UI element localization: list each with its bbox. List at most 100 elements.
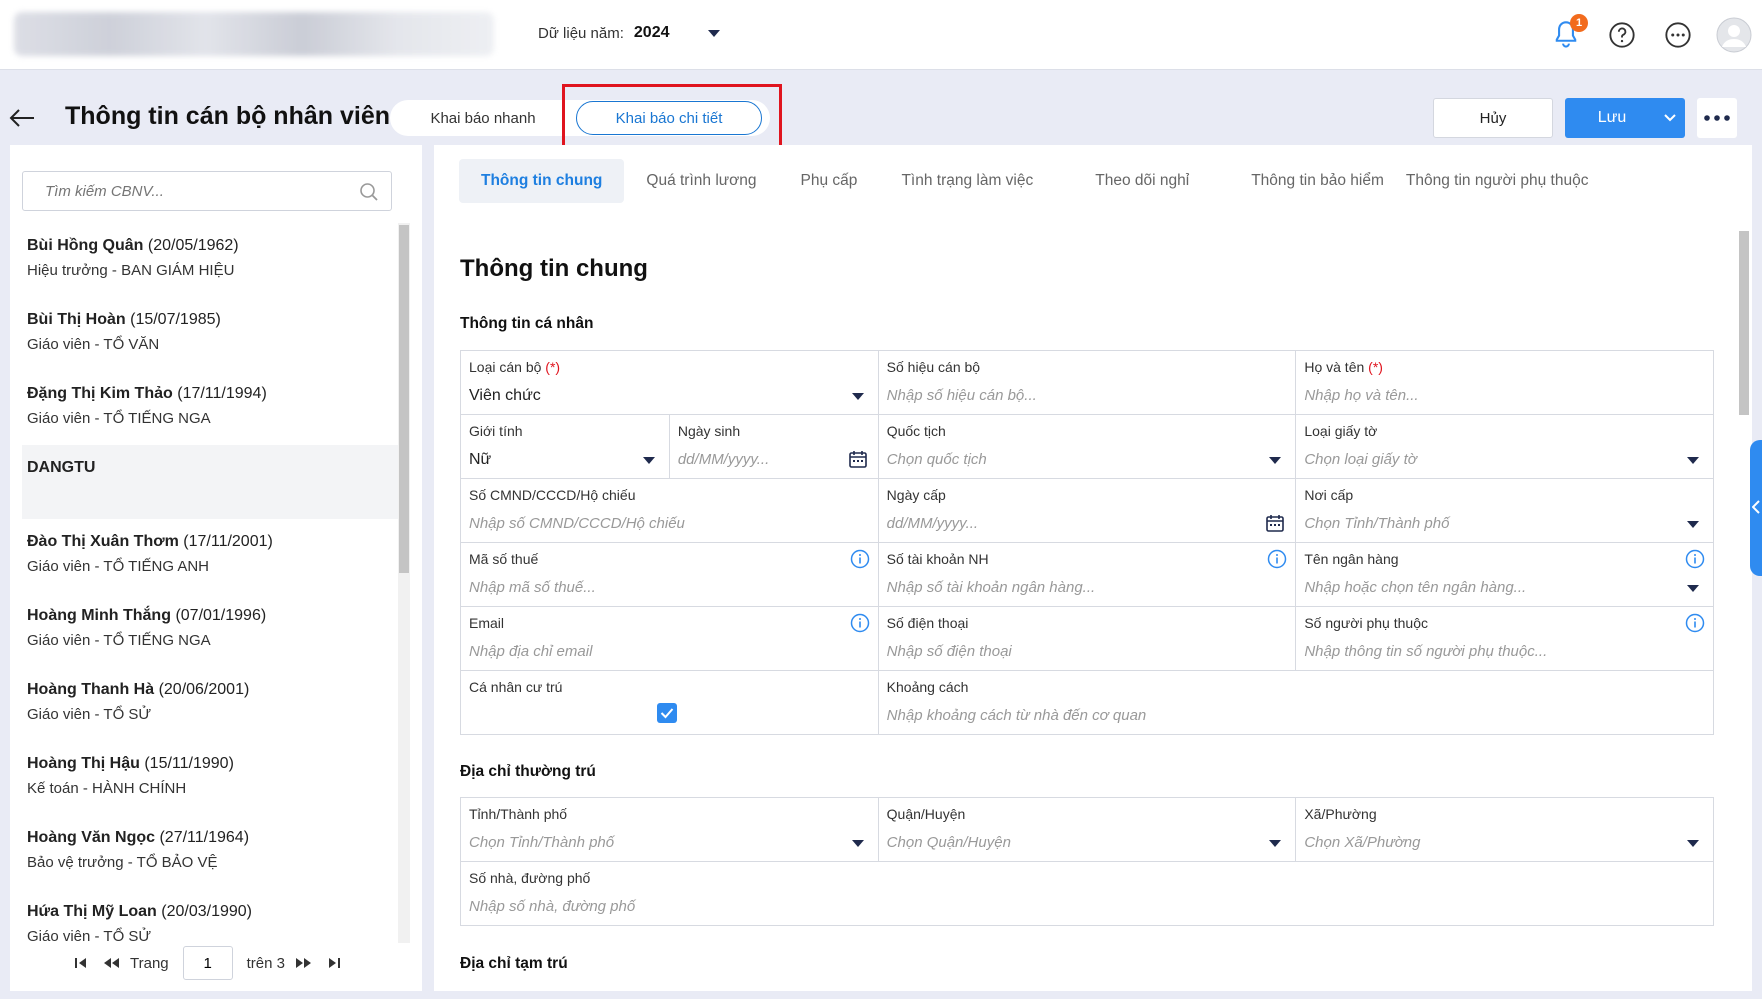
last-page-button[interactable] — [323, 952, 345, 974]
staff-type-field[interactable]: Loại cán bộ (*) Viên chức — [461, 351, 879, 415]
list-item[interactable]: Đặng Thị Kim Thảo (17/11/1994) Giáo viên… — [22, 371, 402, 445]
ward-field[interactable]: Xã/Phường Chọn Xã/Phường — [1296, 798, 1715, 862]
gender-field[interactable]: Giới tính Nữ — [461, 415, 670, 479]
full-name-input[interactable]: Nhập họ và tên... — [1304, 387, 1418, 404]
chevron-down-icon[interactable] — [707, 29, 720, 37]
province-select[interactable]: Chọn Tỉnh/Thành phố — [469, 834, 614, 851]
bank-name-select[interactable]: Nhập hoặc chọn tên ngân hàng... — [1304, 579, 1526, 596]
dependents-count-input[interactable]: Nhập thông tin số người phụ thuộc... — [1304, 643, 1547, 660]
tab-work-status[interactable]: Tình trạng làm việc — [879, 159, 1073, 203]
employee-search-input[interactable] — [45, 182, 345, 200]
more-actions-button[interactable] — [1697, 98, 1737, 138]
chevron-down-icon[interactable] — [1687, 521, 1700, 528]
street-field[interactable]: Số nhà, đường phố Nhập số nhà, đường phố — [461, 862, 1714, 926]
staff-code-field[interactable]: Số hiệu cán bộ Nhập số hiệu cán bộ... — [878, 351, 1297, 415]
distance-field[interactable]: Khoảng cách Nhập khoảng cách từ nhà đến … — [878, 671, 1714, 735]
district-select[interactable]: Chọn Quận/Huyện — [887, 834, 1011, 851]
help-button[interactable] — [1594, 0, 1650, 70]
tab-leave[interactable]: Theo dõi nghỉ — [1073, 159, 1229, 203]
chevron-down-icon[interactable] — [851, 393, 864, 400]
first-page-button[interactable] — [70, 952, 92, 974]
phone-field[interactable]: Số điện thoại Nhập số điện thoại — [878, 607, 1297, 671]
id-number-input[interactable]: Nhập số CMND/CCCD/Hộ chiếu — [469, 515, 685, 532]
info-icon[interactable] — [850, 613, 870, 633]
staff-code-input[interactable]: Nhập số hiệu cán bộ... — [887, 387, 1037, 404]
field-label: Số CMND/CCCD/Hộ chiếu — [469, 487, 636, 503]
chevron-down-icon[interactable] — [1687, 840, 1700, 847]
page-number-input[interactable] — [182, 946, 233, 980]
user-menu-button[interactable] — [1706, 0, 1762, 70]
main-scrollbar[interactable] — [1738, 227, 1750, 991]
list-item[interactable]: Hứa Thị Mỹ Loan (20/03/1990) Giáo viên -… — [22, 889, 402, 943]
street-input[interactable]: Nhập số nhà, đường phố — [469, 898, 635, 915]
tab-general[interactable]: Thông tin chung — [459, 159, 625, 203]
list-item[interactable]: Bùi Thị Hoàn (15/07/1985) Giáo viên - TỔ… — [22, 297, 402, 371]
list-item[interactable]: Hoàng Văn Ngọc (27/11/1964) Bảo vệ trưởn… — [22, 815, 402, 889]
district-field[interactable]: Quận/Huyện Chọn Quận/Huyện — [878, 798, 1297, 862]
ward-select[interactable]: Chọn Xã/Phường — [1304, 834, 1420, 851]
tab-dependents[interactable]: Thông tin người phụ thuộc — [1406, 159, 1611, 203]
search-icon[interactable] — [359, 182, 379, 202]
email-input[interactable]: Nhập địa chỉ email — [469, 643, 592, 660]
document-type-field[interactable]: Loại giấy tờ Chọn loại giấy tờ — [1296, 415, 1714, 479]
chevron-down-icon[interactable] — [1687, 585, 1700, 592]
calendar-icon[interactable] — [848, 449, 868, 469]
info-icon[interactable] — [850, 549, 870, 569]
quick-declare-tab[interactable]: Khai báo nhanh — [390, 100, 576, 136]
scrollbar-thumb[interactable] — [399, 225, 409, 573]
phone-input[interactable]: Nhập số điện thoại — [887, 643, 1012, 660]
chevron-down-icon[interactable] — [1687, 457, 1699, 464]
prev-page-button[interactable] — [100, 952, 122, 974]
email-field[interactable]: Email Nhập địa chỉ email — [461, 607, 879, 671]
chevron-down-icon[interactable] — [1269, 840, 1282, 847]
year-selector[interactable]: Dữ liệu năm: 2024 — [538, 24, 720, 42]
issue-place-select[interactable]: Chọn Tỉnh/Thành phố — [1304, 515, 1449, 532]
issue-date-input[interactable]: dd/MM/yyyy... — [887, 515, 978, 532]
bank-name-field[interactable]: Tên ngân hàng Nhập hoặc chọn tên ngân hà… — [1296, 543, 1715, 607]
chevron-down-icon[interactable] — [1269, 457, 1282, 464]
province-field[interactable]: Tỉnh/Thành phố Chọn Tỉnh/Thành phố — [461, 798, 879, 862]
dependents-count-field[interactable]: Số người phụ thuộc Nhập thông tin số ngư… — [1296, 607, 1715, 671]
cancel-button[interactable]: Hủy — [1433, 98, 1553, 138]
birth-date-input[interactable]: dd/MM/yyyy... — [678, 451, 769, 468]
list-scrollbar[interactable] — [398, 223, 410, 943]
tab-insurance[interactable]: Thông tin bảo hiểm — [1229, 159, 1406, 203]
bank-account-input[interactable]: Nhập số tài khoản ngân hàng... — [887, 579, 1096, 596]
calendar-icon[interactable] — [1265, 513, 1285, 533]
nationality-field[interactable]: Quốc tịch Chọn quốc tịch — [878, 415, 1297, 479]
chevron-down-icon[interactable] — [642, 457, 655, 464]
document-type-select[interactable]: Chọn loại giấy tờ — [1304, 451, 1416, 468]
bank-account-field[interactable]: Số tài khoản NH Nhập số tài khoản ngân h… — [878, 543, 1297, 607]
issue-date-field[interactable]: Ngày cấp dd/MM/yyyy... — [878, 479, 1297, 543]
birth-date-field[interactable]: Ngày sinh dd/MM/yyyy... — [669, 415, 879, 479]
save-button[interactable]: Lưu — [1565, 98, 1685, 138]
distance-input[interactable]: Nhập khoảng cách từ nhà đến cơ quan — [887, 707, 1147, 724]
list-item[interactable]: Hoàng Thanh Hà (20/06/2001) Giáo viên - … — [22, 667, 402, 741]
next-page-button[interactable] — [293, 952, 315, 974]
full-name-field[interactable]: Họ và tên (*) Nhập họ và tên... — [1296, 351, 1715, 415]
tax-code-field[interactable]: Mã số thuế Nhập mã số thuế... — [461, 543, 879, 607]
info-icon[interactable] — [1685, 549, 1705, 569]
more-options-button[interactable] — [1650, 0, 1706, 70]
id-number-field[interactable]: Số CMND/CCCD/Hộ chiếu Nhập số CMND/CCCD/… — [461, 479, 879, 543]
issue-place-field[interactable]: Nơi cấp Chọn Tỉnh/Thành phố — [1296, 479, 1715, 543]
list-item[interactable]: Hoàng Thị Hậu (15/11/1990) Kế toán - HÀN… — [22, 741, 402, 815]
tax-code-input[interactable]: Nhập mã số thuế... — [469, 579, 596, 596]
nationality-select[interactable]: Chọn quốc tịch — [887, 451, 987, 468]
back-button[interactable] — [6, 102, 38, 134]
save-dropdown-button[interactable] — [1655, 98, 1685, 138]
notification-button[interactable]: 1 — [1538, 0, 1594, 70]
tab-allowance[interactable]: Phụ cấp — [779, 159, 880, 203]
list-item-selected[interactable]: DANGTU — [22, 445, 402, 519]
employee-name: Bùi Hồng Quân — [27, 237, 144, 254]
side-panel-toggle[interactable] — [1750, 440, 1762, 576]
scrollbar-thumb[interactable] — [1739, 231, 1749, 415]
resident-checkbox[interactable] — [657, 703, 677, 723]
chevron-down-icon[interactable] — [851, 840, 864, 847]
list-item[interactable]: Hoàng Minh Thắng (07/01/1996) Giáo viên … — [22, 593, 402, 667]
list-item[interactable]: Bùi Hồng Quân (20/05/1962) Hiệu trưởng -… — [22, 223, 402, 297]
list-item[interactable]: Đào Thị Xuân Thơm (17/11/2001) Giáo viên… — [22, 519, 402, 593]
info-icon[interactable] — [1685, 613, 1705, 633]
info-icon[interactable] — [1267, 549, 1287, 569]
tab-salary[interactable]: Quá trình lương — [624, 159, 778, 203]
